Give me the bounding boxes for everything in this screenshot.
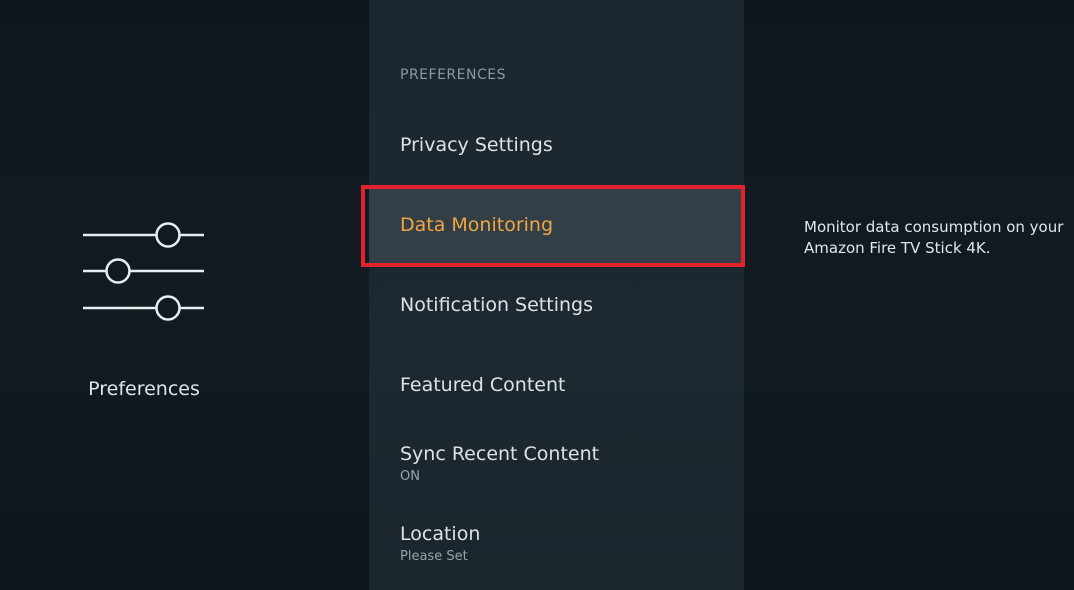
menu-item-label: Location	[400, 523, 481, 545]
menu-item-privacy-settings[interactable]: Privacy Settings	[369, 134, 744, 156]
menu-item-status: ON	[400, 469, 420, 484]
menu-item-data-monitoring[interactable]: Data Monitoring	[369, 185, 744, 265]
menu-item-label: Privacy Settings	[400, 134, 553, 156]
menu-item-notification-settings[interactable]: Notification Settings	[369, 294, 744, 316]
menu-item-label: Sync Recent Content	[400, 443, 600, 465]
settings-menu: PREFERENCES Privacy Settings Data Monito…	[369, 0, 744, 590]
settings-screen: Preferences PREFERENCES Privacy Settings…	[0, 0, 1074, 590]
menu-item-sync-recent-content[interactable]: Sync Recent Content ON	[369, 443, 744, 484]
menu-item-location[interactable]: Location Please Set	[369, 523, 744, 564]
category-panel: Preferences	[0, 0, 369, 590]
menu-item-label: Data Monitoring	[400, 214, 554, 236]
item-description: Monitor data consumption on your Amazon …	[804, 218, 1064, 257]
menu-item-label: Featured Content	[400, 374, 566, 396]
menu-section-header: PREFERENCES	[400, 67, 506, 83]
menu-item-status: Please Set	[400, 549, 468, 564]
sliders-icon	[83, 222, 204, 321]
menu-item-label: Notification Settings	[400, 294, 593, 316]
menu-item-featured-content[interactable]: Featured Content	[369, 374, 744, 396]
category-title: Preferences	[88, 378, 200, 400]
